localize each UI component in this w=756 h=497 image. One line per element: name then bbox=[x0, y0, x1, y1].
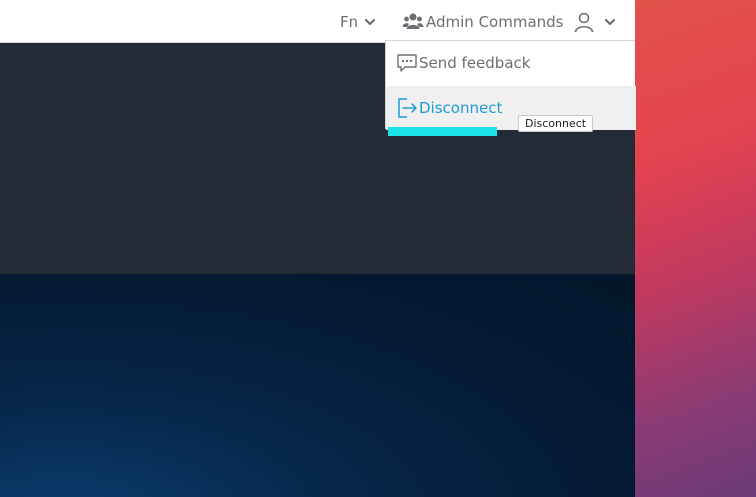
users-icon bbox=[402, 13, 424, 29]
top-toolbar: Fn Admin Commands bbox=[0, 0, 635, 43]
send-feedback-item[interactable]: Send feedback bbox=[386, 41, 636, 85]
fn-label: Fn bbox=[340, 12, 359, 31]
feedback-icon bbox=[397, 54, 417, 72]
desktop-wallpaper bbox=[635, 0, 756, 497]
remote-session: Fn Admin Commands Send feedback Disconne… bbox=[0, 0, 636, 497]
disconnect-label: Disconnect bbox=[419, 99, 503, 117]
user-icon bbox=[574, 12, 594, 32]
sign-out-icon bbox=[398, 98, 417, 118]
admin-commands-button[interactable]: Admin Commands bbox=[402, 0, 563, 43]
admin-commands-label: Admin Commands bbox=[426, 12, 564, 31]
chevron-down-icon bbox=[365, 18, 376, 25]
send-feedback-label: Send feedback bbox=[419, 54, 531, 72]
disconnect-tooltip: Disconnect bbox=[518, 115, 594, 132]
disconnect-item[interactable]: Disconnect bbox=[386, 86, 636, 130]
chevron-down-icon bbox=[604, 18, 616, 25]
fn-keys-button[interactable]: Fn bbox=[340, 0, 376, 43]
user-dropdown-menu: Send feedback Disconnect bbox=[385, 40, 636, 130]
focus-highlight bbox=[388, 127, 497, 136]
user-menu-button[interactable] bbox=[573, 0, 616, 43]
remote-desktop[interactable] bbox=[0, 274, 635, 497]
